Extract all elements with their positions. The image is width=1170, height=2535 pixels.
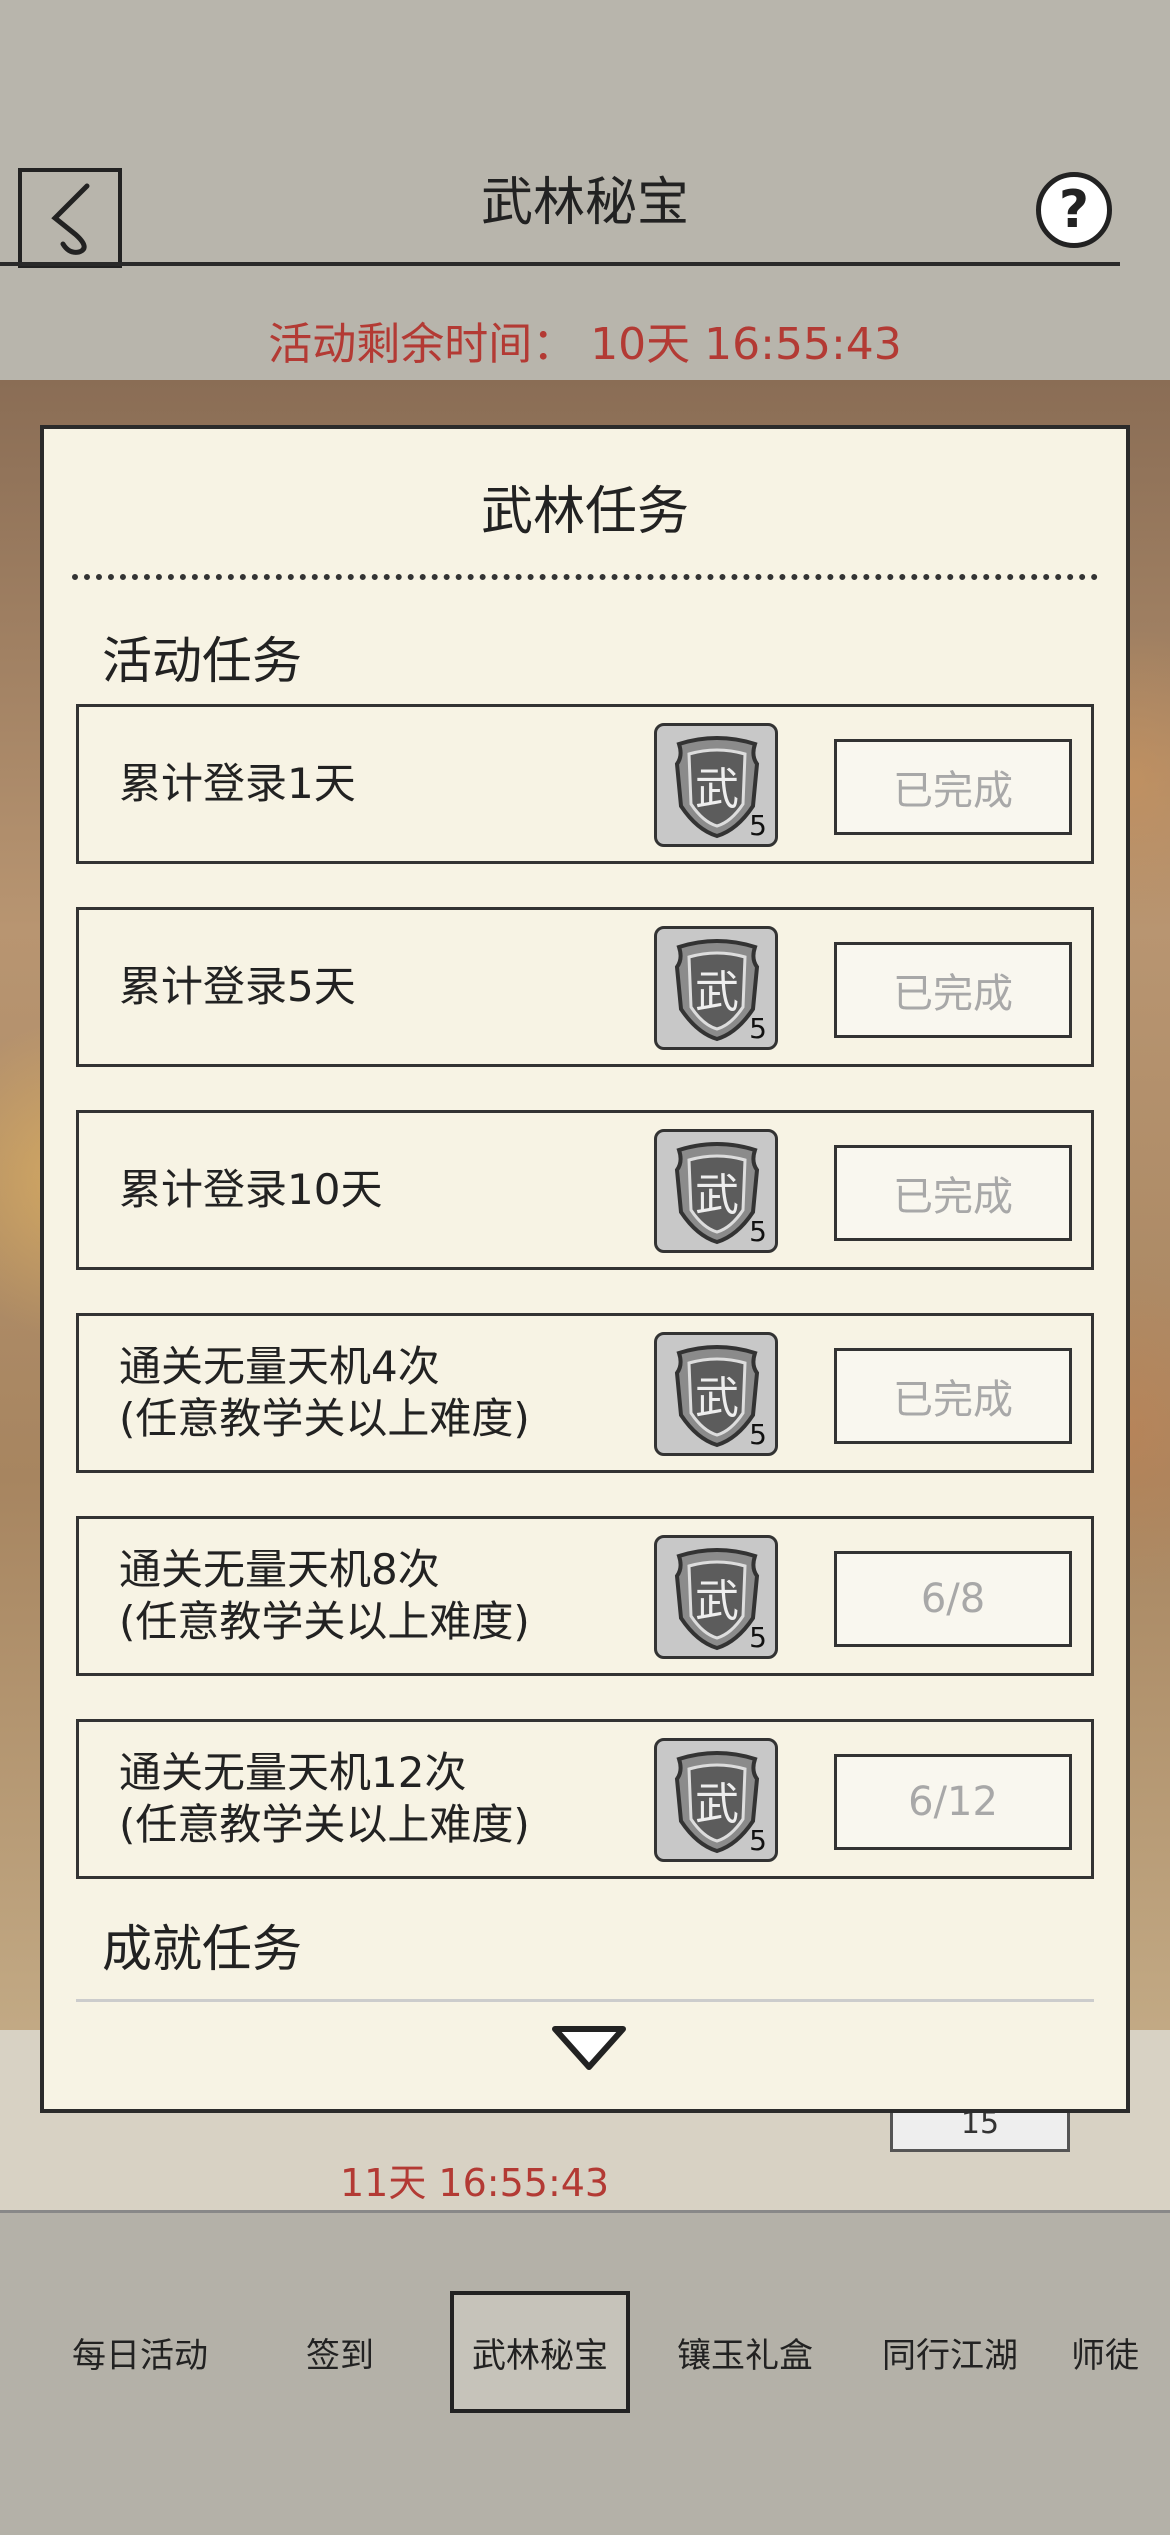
task-status-label: 已完成 [893, 1174, 1013, 1220]
task-subtitle: (任意教学关以上难度) [119, 1597, 530, 1646]
tab-label: 镶玉礼盒 [677, 2335, 813, 2376]
scroll-down-icon[interactable] [549, 2021, 629, 2077]
task-status-button[interactable]: 6/8 [834, 1551, 1072, 1647]
activity-timer: 活动剩余时间： 10天 16:55:43 [268, 319, 902, 370]
task-row: 通关无量天机4次 (任意教学关以上难度) 武 5 已完成 [76, 1313, 1094, 1473]
header-divider [0, 262, 1120, 266]
task-description: 通关无量天机12次 (任意教学关以上难度) [119, 1722, 679, 1876]
section-title-activity: 活动任务 [102, 632, 302, 690]
dotted-divider [72, 574, 1098, 580]
task-description: 累计登录5天 [119, 910, 679, 1064]
task-status-button[interactable]: 6/12 [834, 1754, 1072, 1850]
task-status-button[interactable]: 已完成 [834, 739, 1072, 835]
help-button[interactable]: ? [1036, 172, 1112, 248]
reward-item[interactable]: 武5 [654, 1332, 778, 1456]
task-status-label: 6/12 [908, 1779, 998, 1825]
task-subtitle: (任意教学关以上难度) [119, 1394, 530, 1443]
list-fade-line [76, 1999, 1094, 2002]
tab-jade-giftbox[interactable]: 镶玉礼盒 [645, 2291, 845, 2413]
reward-item[interactable]: 武5 [654, 1129, 778, 1253]
tab-label: 武林秘宝 [472, 2335, 608, 2376]
task-description: 累计登录10天 [119, 1113, 679, 1267]
task-status-label: 已完成 [893, 971, 1013, 1017]
page-title: 武林秘宝 [480, 173, 689, 233]
svg-text:武: 武 [695, 1373, 739, 1424]
reward-count: 5 [749, 1215, 767, 1248]
reward-count: 5 [749, 1621, 767, 1654]
task-title: 通关无量天机4次 [119, 1342, 440, 1391]
tab-label: 每日活动 [72, 2335, 208, 2376]
task-panel: 武林任务 活动任务 累计登录1天武 5 已完成 累计登录5天武 5 已完成 累计登录10天武… [40, 425, 1130, 2113]
top-bar: 武林秘宝 ? 活动剩余时间： 10天 16:55:43 [0, 0, 1170, 380]
task-title: 通关无量天机12次 [119, 1748, 467, 1797]
tab-daily-activity[interactable]: 每日活动 [30, 2291, 250, 2413]
svg-text:武: 武 [695, 764, 739, 815]
reward-count: 5 [749, 1012, 767, 1045]
task-row: 累计登录10天 武 5 已完成 [76, 1110, 1094, 1270]
reward-count: 5 [749, 1418, 767, 1451]
task-title: 通关无量天机8次 [119, 1545, 440, 1594]
svg-text:武: 武 [695, 1779, 739, 1830]
tab-label: 同行江湖 [882, 2335, 1018, 2376]
task-title: 累计登录10天 [119, 1165, 383, 1214]
svg-text:武: 武 [695, 967, 739, 1018]
tab-wulin-treasure[interactable]: 武林秘宝 [450, 2291, 630, 2413]
reward-item[interactable]: 武5 [654, 723, 778, 847]
panel-title: 武林任务 [480, 482, 689, 542]
task-status-button[interactable]: 已完成 [834, 942, 1072, 1038]
reward-count: 5 [749, 809, 767, 842]
tab-travel-jianghu[interactable]: 同行江湖 [850, 2291, 1050, 2413]
task-description: 累计登录1天 [119, 707, 679, 861]
tab-master-apprentice[interactable]: 师徒 [1050, 2291, 1160, 2413]
tab-label: 签到 [306, 2335, 374, 2376]
task-subtitle: (任意教学关以上难度) [119, 1800, 530, 1849]
bottom-nav: 每日活动 签到 武林秘宝 镶玉礼盒 同行江湖 师徒 [0, 2210, 1170, 2535]
task-title: 累计登录1天 [119, 759, 356, 808]
svg-text:武: 武 [695, 1170, 739, 1221]
background-timer: 11天 16:55:43 [340, 2161, 610, 2205]
task-row: 通关无量天机12次 (任意教学关以上难度) 武 5 6/12 [76, 1719, 1094, 1879]
tab-sign-in[interactable]: 签到 [250, 2291, 430, 2413]
task-status-label: 已完成 [893, 768, 1013, 814]
task-status-button[interactable]: 已完成 [834, 1145, 1072, 1241]
question-icon: ? [1058, 180, 1090, 240]
task-description: 通关无量天机4次 (任意教学关以上难度) [119, 1316, 679, 1470]
reward-item[interactable]: 武5 [654, 926, 778, 1050]
task-status-button[interactable]: 已完成 [834, 1348, 1072, 1444]
task-status-label: 6/8 [920, 1576, 986, 1622]
task-row: 累计登录5天 武 5 已完成 [76, 907, 1094, 1067]
task-description: 通关无量天机8次 (任意教学关以上难度) [119, 1519, 679, 1673]
reward-item[interactable]: 武5 [654, 1738, 778, 1862]
task-row: 通关无量天机8次 (任意教学关以上难度) 武 5 6/8 [76, 1516, 1094, 1676]
task-status-label: 已完成 [893, 1377, 1013, 1423]
svg-text:武: 武 [695, 1576, 739, 1627]
tab-label: 师徒 [1071, 2335, 1139, 2376]
reward-count: 5 [749, 1824, 767, 1857]
section-title-achievement: 成就任务 [102, 1920, 302, 1978]
reward-item[interactable]: 武5 [654, 1535, 778, 1659]
task-row: 累计登录1天 武 5 已完成 [76, 704, 1094, 864]
task-title: 累计登录5天 [119, 962, 356, 1011]
